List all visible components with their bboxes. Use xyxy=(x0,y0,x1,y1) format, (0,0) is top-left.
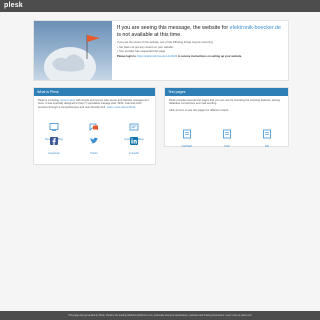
hero-text: If you are seeing this message, the webs… xyxy=(117,25,283,59)
unavailable-message-panel: If you are seeing this message, the webs… xyxy=(33,20,289,81)
reason-list: You have not put any content on your web… xyxy=(117,46,283,53)
login-instructions: Please login to https://elektronik-boeck… xyxy=(117,55,243,59)
linkedin-icon xyxy=(130,137,138,145)
blog-icon xyxy=(49,123,59,131)
chat-icon xyxy=(89,123,98,131)
test-pages-description: Plesk provides several test pages that y… xyxy=(165,96,288,112)
footer: This page was generated by Plesk. Plesk … xyxy=(0,311,320,320)
twitter-icon xyxy=(90,137,98,144)
top-bar: plesk xyxy=(0,0,320,12)
linkedin-link[interactable]: LinkedIn xyxy=(114,133,154,155)
login-link[interactable]: https://elektronik-boecker.de:8443 xyxy=(137,55,177,58)
globe-flag-icon xyxy=(44,35,100,80)
aspnet-icon xyxy=(183,129,191,139)
facebook-icon xyxy=(50,137,58,145)
what-is-plesk-card: What is Plesk Plesk is a hosting control… xyxy=(33,87,156,165)
php-icon xyxy=(223,129,231,139)
plesk-logo[interactable]: plesk xyxy=(4,1,23,11)
ssi-icon xyxy=(263,129,271,139)
facebook-link[interactable]: Facebook xyxy=(34,133,74,155)
card-heading: Test pages xyxy=(165,88,288,96)
reason-item: Your provider has suspended this page. xyxy=(117,50,283,53)
page-title: If you are seeing this message, the webs… xyxy=(117,25,281,38)
globe-illustration xyxy=(34,21,112,80)
test-pages-card: Test pages Plesk provides several test p… xyxy=(164,87,289,148)
plesk-description: Plesk is a hosting control panel with si… xyxy=(38,99,149,109)
php-test-link[interactable]: PHP xyxy=(207,126,247,148)
owner-intro: If you are the owner of this website, on… xyxy=(117,41,214,44)
twitter-link[interactable]: Twitter xyxy=(74,133,114,155)
ssi-test-link[interactable]: SSI xyxy=(247,126,287,148)
card-heading: What is Plesk xyxy=(34,88,155,96)
aspnet-test-link[interactable]: ASP.NET xyxy=(167,126,207,148)
learn-more-link[interactable]: Learn more about Plesk. xyxy=(107,106,136,109)
knowledge-icon xyxy=(129,123,139,131)
site-name: elektronik-boecker.de xyxy=(229,25,281,31)
test-pages-instruction: Click an icon to see test pages for diff… xyxy=(169,108,230,112)
